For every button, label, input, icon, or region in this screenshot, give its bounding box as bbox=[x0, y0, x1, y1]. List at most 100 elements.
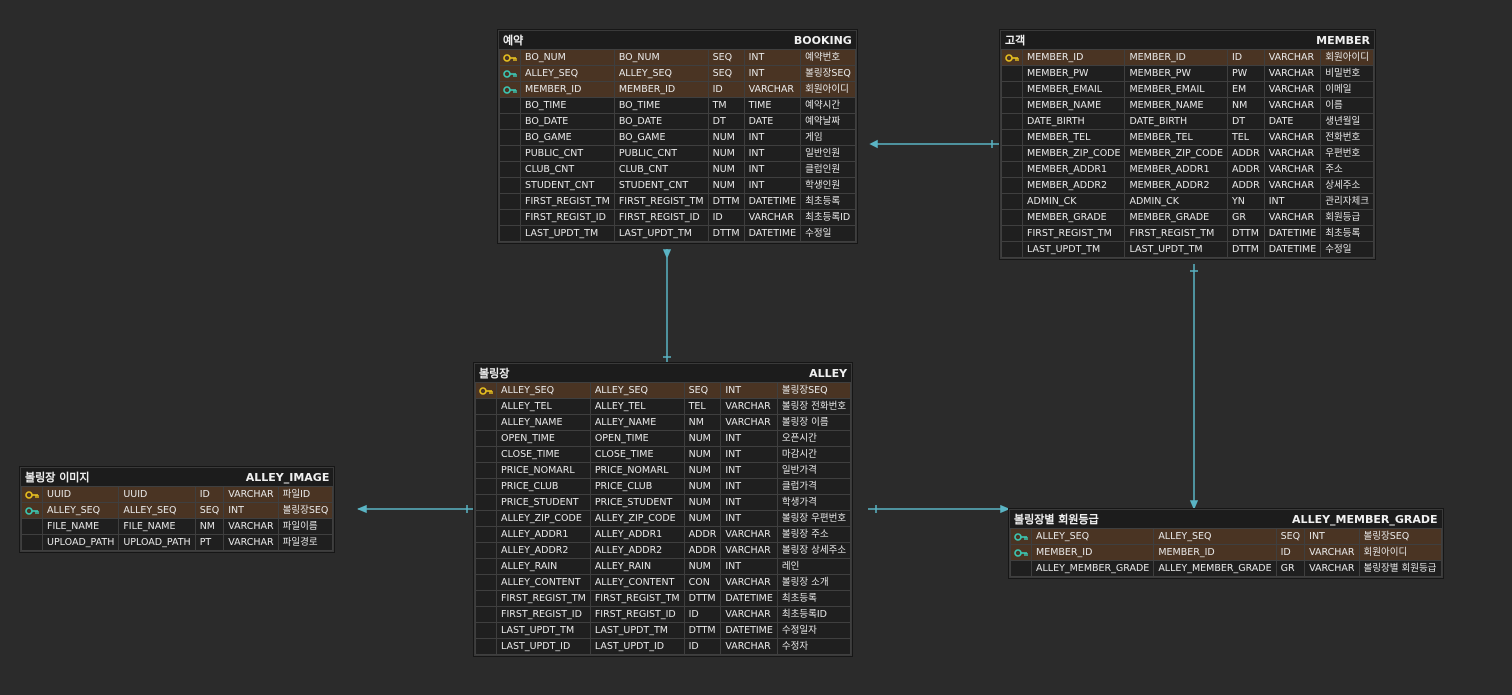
column-row[interactable]: FIRST_REGIST_TM FIRST_REGIST_TM DTTM DATETI… bbox=[1001, 225, 1374, 242]
entity-booking[interactable]: 예약 BOOKING BO_NUM BO_NUM SEQ INT 예약번호 ALLEY_S… bbox=[498, 30, 857, 243]
column-type: INT bbox=[1304, 528, 1360, 545]
entity-member[interactable]: 고객 MEMBER MEMBER_ID MEMBER_ID ID VARCHAR 회원아… bbox=[1000, 30, 1375, 259]
entity-alley-member-grade[interactable]: 볼링장별 회원등급 ALLEY_MEMBER_GRADE ALLEY_SEQ AL… bbox=[1009, 509, 1443, 578]
column-row[interactable]: MEMBER_ADDR2 MEMBER_ADDR2 ADDR VARCHAR 상세주소 bbox=[1001, 177, 1374, 194]
column-row[interactable]: MEMBER_ID MEMBER_ID ID VARCHAR 회원아이디 bbox=[1010, 544, 1442, 561]
relation-alley-member-grade-alley[interactable] bbox=[868, 504, 1010, 514]
column-row[interactable]: ADMIN_CK ADMIN_CK YN INT 관리자체크 bbox=[1001, 193, 1374, 210]
column-row[interactable]: MEMBER_ID MEMBER_ID ID VARCHAR 회원아이디 bbox=[1001, 49, 1374, 66]
column-row[interactable]: ALLEY_ADDR1 ALLEY_ADDR1 ADDR VARCHAR 볼링장 주소 bbox=[475, 526, 852, 543]
column-row[interactable]: CLOSE_TIME CLOSE_TIME NUM INT 마감시간 bbox=[475, 446, 852, 463]
column-row[interactable]: FIRST_REGIST_ID FIRST_REGIST_ID ID VARCHAR 최… bbox=[475, 606, 852, 623]
column-row[interactable]: MEMBER_ADDR1 MEMBER_ADDR1 ADDR VARCHAR 주소 bbox=[1001, 161, 1374, 178]
column-row[interactable]: MEMBER_ZIP_CODE MEMBER_ZIP_CODE ADDR VARCHA… bbox=[1001, 145, 1374, 162]
column-row[interactable]: MEMBER_NAME MEMBER_NAME NM VARCHAR 이름 bbox=[1001, 97, 1374, 114]
column-logical-name: FIRST_REGIST_ID bbox=[520, 209, 615, 226]
column-row[interactable]: FIRST_REGIST_ID FIRST_REGIST_ID ID VARCHAR 최… bbox=[499, 209, 856, 226]
column-row[interactable]: PRICE_STUDENT PRICE_STUDENT NUM INT 학생가격 bbox=[475, 494, 852, 511]
column-domain: DTTM bbox=[683, 622, 722, 639]
column-logical-name: CLOSE_TIME bbox=[496, 446, 591, 463]
column-row[interactable]: LAST_UPDT_ID LAST_UPDT_ID ID VARCHAR 수정자 bbox=[475, 638, 852, 655]
column-row[interactable]: UPLOAD_PATH UPLOAD_PATH PT VARCHAR 파일경로 bbox=[21, 534, 334, 551]
column-type: DATE bbox=[743, 113, 802, 130]
column-type: VARCHAR bbox=[1263, 177, 1322, 194]
column-row[interactable]: ALLEY_SEQ ALLEY_SEQ SEQ INT 볼링장SEQ bbox=[21, 502, 334, 519]
column-row[interactable]: ALLEY_MEMBER_GRADE ALLEY_MEMBER_GRADE GR VA… bbox=[1010, 560, 1442, 577]
column-domain: TM bbox=[707, 97, 745, 114]
column-physical-name: LAST_UPDT_TM bbox=[613, 225, 709, 242]
column-comment: 볼링장SEQ bbox=[776, 382, 852, 399]
column-physical-name: BO_TIME bbox=[613, 97, 709, 114]
column-row[interactable]: ALLEY_SEQ ALLEY_SEQ SEQ INT 볼링장SEQ bbox=[475, 382, 852, 399]
column-type: VARCHAR bbox=[1263, 161, 1322, 178]
column-row[interactable]: MEMBER_EMAIL MEMBER_EMAIL EM VARCHAR 이메일 bbox=[1001, 81, 1374, 98]
column-row[interactable]: ALLEY_CONTENT ALLEY_CONTENT CON VARCHAR 볼링장 … bbox=[475, 574, 852, 591]
entity-logical-name: 예약 bbox=[503, 34, 524, 47]
column-row[interactable]: BO_GAME BO_GAME NUM INT 게임 bbox=[499, 129, 856, 146]
column-row[interactable]: LAST_UPDT_TM LAST_UPDT_TM DTTM DATETIME 수정일 bbox=[499, 225, 856, 242]
column-logical-name: LAST_UPDT_ID bbox=[496, 638, 591, 655]
column-row[interactable]: PRICE_CLUB PRICE_CLUB NUM INT 클럽가격 bbox=[475, 478, 852, 495]
column-logical-name: ALLEY_ZIP_CODE bbox=[496, 510, 591, 527]
column-domain: ID bbox=[683, 606, 722, 623]
column-logical-name: ALLEY_ADDR1 bbox=[496, 526, 591, 543]
column-row[interactable]: ALLEY_SEQ ALLEY_SEQ SEQ INT 볼링장SEQ bbox=[1010, 528, 1442, 545]
column-type: VARCHAR bbox=[743, 209, 802, 226]
column-row[interactable]: LAST_UPDT_TM LAST_UPDT_TM DTTM DATETIME 수정일자 bbox=[475, 622, 852, 639]
column-comment: 볼링장 주소 bbox=[776, 526, 852, 543]
column-row[interactable]: OPEN_TIME OPEN_TIME NUM INT 오픈시간 bbox=[475, 430, 852, 447]
column-row[interactable]: MEMBER_ID MEMBER_ID ID VARCHAR 회원아이디 bbox=[499, 81, 856, 98]
column-row[interactable]: BO_DATE BO_DATE DT DATE 예약날짜 bbox=[499, 113, 856, 130]
entity-alley-image[interactable]: 볼링장 이미지 ALLEY_IMAGE UUID UUID ID VARCHAR 파일I… bbox=[20, 467, 335, 552]
key-cell bbox=[21, 518, 43, 535]
key-cell bbox=[475, 510, 497, 527]
column-type: INT bbox=[720, 558, 778, 575]
column-physical-name: FIRST_REGIST_TM bbox=[589, 590, 685, 607]
column-type: VARCHAR bbox=[223, 534, 279, 551]
key-cell bbox=[475, 478, 497, 495]
relation-alley-image-alley[interactable] bbox=[357, 504, 474, 514]
relation-booking-member[interactable] bbox=[869, 139, 1000, 149]
column-physical-name: ALLEY_NAME bbox=[589, 414, 685, 431]
column-row[interactable]: ALLEY_ADDR2 ALLEY_ADDR2 ADDR VARCHAR 볼링장 상세주… bbox=[475, 542, 852, 559]
column-logical-name: BO_GAME bbox=[520, 129, 615, 146]
column-row[interactable]: BO_TIME BO_TIME TM TIME 예약시간 bbox=[499, 97, 856, 114]
column-row[interactable]: LAST_UPDT_TM LAST_UPDT_TM DTTM DATETIME 수정일 bbox=[1001, 241, 1374, 258]
column-row[interactable]: MEMBER_PW MEMBER_PW PW VARCHAR 비밀번호 bbox=[1001, 65, 1374, 82]
column-row[interactable]: MEMBER_TEL MEMBER_TEL TEL VARCHAR 전화번호 bbox=[1001, 129, 1374, 146]
key-cell bbox=[475, 462, 497, 479]
column-row[interactable]: ALLEY_ZIP_CODE ALLEY_ZIP_CODE NUM INT 볼링장 우편… bbox=[475, 510, 852, 527]
column-row[interactable]: BO_NUM BO_NUM SEQ INT 예약번호 bbox=[499, 49, 856, 66]
column-logical-name: FIRST_REGIST_TM bbox=[520, 193, 615, 210]
column-row[interactable]: FILE_NAME FILE_NAME NM VARCHAR 파일이름 bbox=[21, 518, 334, 535]
key-cell bbox=[475, 494, 497, 511]
column-row[interactable]: MEMBER_GRADE MEMBER_GRADE GR VARCHAR 회원등급 bbox=[1001, 209, 1374, 226]
column-row[interactable]: DATE_BIRTH DATE_BIRTH DT DATE 생년월일 bbox=[1001, 113, 1374, 130]
column-row[interactable]: STUDENT_CNT STUDENT_CNT NUM INT 학생인원 bbox=[499, 177, 856, 194]
column-type: VARCHAR bbox=[1304, 560, 1360, 577]
column-table: BO_NUM BO_NUM SEQ INT 예약번호 ALLEY_SEQ ALLEY_SEQ… bbox=[499, 49, 856, 242]
column-row[interactable]: CLUB_CNT CLUB_CNT NUM INT 클럽인원 bbox=[499, 161, 856, 178]
column-row[interactable]: PRICE_NOMARL PRICE_NOMARL NUM INT 일반가격 bbox=[475, 462, 852, 479]
column-row[interactable]: ALLEY_NAME ALLEY_NAME NM VARCHAR 볼링장 이름 bbox=[475, 414, 852, 431]
relation-member-alley-member-grade[interactable] bbox=[1189, 264, 1199, 510]
column-row[interactable]: ALLEY_TEL ALLEY_TEL TEL VARCHAR 볼링장 전화번호 bbox=[475, 398, 852, 415]
column-comment: 오픈시간 bbox=[776, 430, 852, 447]
column-row[interactable]: FIRST_REGIST_TM FIRST_REGIST_TM DTTM DATETI… bbox=[475, 590, 852, 607]
column-logical-name: MEMBER_NAME bbox=[1021, 97, 1126, 114]
entity-alley[interactable]: 볼링장 ALLEY ALLEY_SEQ ALLEY_SEQ SEQ INT 볼링장SEQ… bbox=[474, 363, 853, 656]
relation-booking-alley[interactable] bbox=[662, 249, 672, 363]
column-row[interactable]: FIRST_REGIST_TM FIRST_REGIST_TM DTTM DATETI… bbox=[499, 193, 856, 210]
column-logical-name: PRICE_CLUB bbox=[496, 478, 591, 495]
column-row[interactable]: UUID UUID ID VARCHAR 파일ID bbox=[21, 486, 334, 503]
column-comment: 비밀번호 bbox=[1320, 65, 1374, 82]
key-cell bbox=[499, 145, 521, 162]
column-row[interactable]: ALLEY_SEQ ALLEY_SEQ SEQ INT 볼링장SEQ bbox=[499, 65, 856, 82]
column-comment: 이름 bbox=[1320, 97, 1374, 114]
column-logical-name: MEMBER_ID bbox=[1021, 49, 1126, 66]
column-type: DATETIME bbox=[743, 225, 802, 242]
column-row[interactable]: PUBLIC_CNT PUBLIC_CNT NUM INT 일반인원 bbox=[499, 145, 856, 162]
column-row[interactable]: ALLEY_RAIN ALLEY_RAIN NUM INT 레인 bbox=[475, 558, 852, 575]
column-logical-name: PRICE_NOMARL bbox=[496, 462, 591, 479]
entity-logical-name: 볼링장 bbox=[479, 367, 510, 380]
